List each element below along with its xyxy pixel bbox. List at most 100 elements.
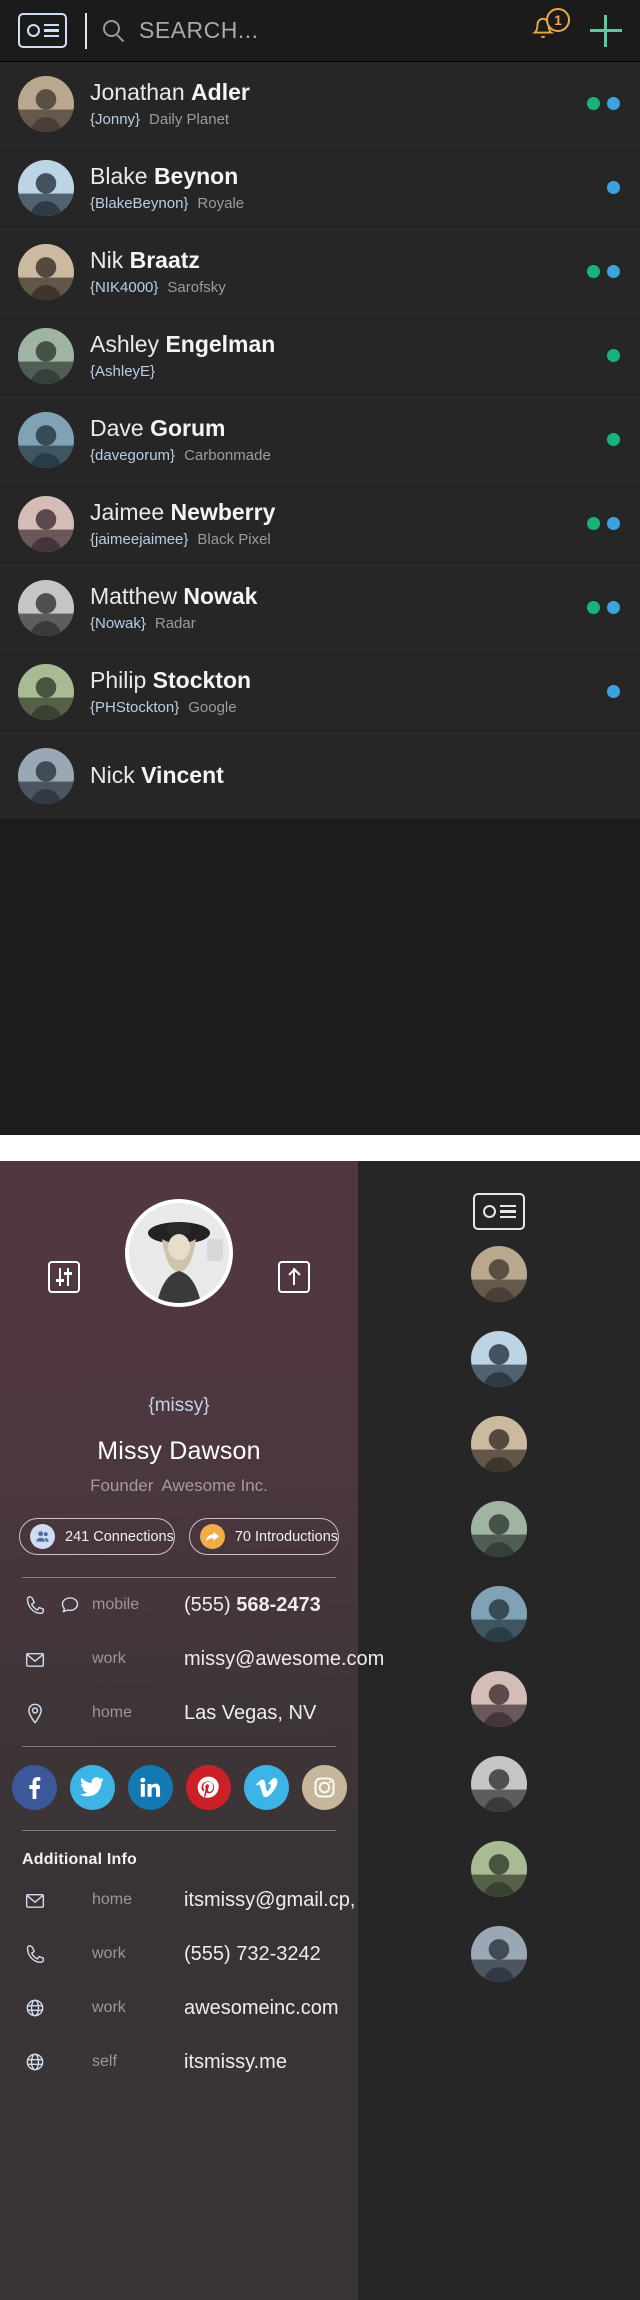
sliders-icon[interactable]	[48, 1261, 80, 1293]
table-row[interactable]: Philip Stockton {PHStockton} Google	[0, 650, 640, 734]
table-row[interactable]: Dave Gorum {davegorum} Carbonmade	[0, 398, 640, 482]
contact-company: Carbonmade	[184, 447, 271, 464]
twitter-icon[interactable]	[69, 1765, 115, 1810]
contact-detail-row[interactable]: work missy@awesome.com	[0, 1632, 384, 1686]
envelope-icon[interactable]	[22, 1892, 48, 1909]
table-row[interactable]: Jonathan Adler {Jonny} Daily Planet	[0, 62, 640, 146]
panel-gap	[0, 1135, 640, 1161]
envelope-icon[interactable]	[22, 1651, 48, 1668]
status-dot-green	[607, 349, 620, 362]
contact-text: Jonathan Adler {Jonny} Daily Planet	[74, 79, 587, 128]
connections-pill[interactable]: 241 Connections	[19, 1518, 175, 1555]
contact-detail-row[interactable]: mobile (555) 568-2473	[0, 1578, 358, 1632]
additional-detail-row[interactable]: self itsmissy.me	[0, 2035, 358, 2089]
additional-detail-row[interactable]: work (555) 732-3242	[0, 1927, 358, 1981]
avatar	[18, 495, 74, 552]
list-item[interactable]	[471, 1926, 527, 1982]
contact-subtitle: {NIK4000} Sarofsky	[90, 279, 587, 296]
list-item[interactable]	[471, 1586, 527, 1642]
table-row[interactable]: Jaimee Newberry {jaimeejaimee} Black Pixel	[0, 482, 640, 566]
status-dot-blue	[607, 181, 620, 194]
contact-handle: {Nowak}	[90, 615, 146, 632]
contact-thumbnail-rail	[358, 1161, 640, 2300]
notification-button[interactable]: 1	[528, 7, 570, 51]
avatar	[18, 243, 74, 300]
share-icon[interactable]	[278, 1261, 310, 1293]
list-item[interactable]	[471, 1671, 527, 1727]
table-row[interactable]: Blake Beynon {BlakeBeynon} Royale	[0, 146, 640, 230]
top-toolbar: SEARCH... 1	[0, 0, 640, 62]
vimeo-icon[interactable]	[243, 1765, 289, 1810]
search-field[interactable]: SEARCH...	[103, 17, 528, 44]
additional-detail-row[interactable]: home itsmissy@gmail.cp,	[0, 1873, 358, 1927]
chat-icon[interactable]	[48, 1595, 92, 1615]
contact-subtitle: {PHStockton} Google	[90, 699, 607, 716]
profile-role: Founder Awesome Inc.	[0, 1476, 358, 1496]
avatar-photo	[129, 1203, 229, 1303]
phone-icon[interactable]	[22, 1595, 48, 1615]
status-dot-green	[607, 433, 620, 446]
pin-icon[interactable]	[22, 1703, 48, 1724]
contact-text: Ashley Engelman {AshleyE}	[74, 331, 607, 380]
list-item[interactable]	[471, 1756, 527, 1812]
rail-thumbs	[471, 1246, 527, 2011]
contact-text: Dave Gorum {davegorum} Carbonmade	[74, 415, 607, 464]
status-dots	[607, 181, 620, 194]
list-item[interactable]	[471, 1416, 527, 1472]
contact-company: Sarofsky	[167, 279, 226, 296]
additional-detail-row[interactable]: work awesomeinc.com	[0, 1981, 358, 2035]
contact-handle: {davegorum}	[90, 447, 176, 464]
profile-main: {missy} Missy Dawson Founder Awesome Inc.…	[0, 1161, 384, 2300]
card-avatar-shape	[26, 24, 40, 37]
facebook-icon[interactable]	[11, 1765, 57, 1810]
contact-rows: Jonathan Adler {Jonny} Daily Planet Blake B…	[0, 62, 640, 818]
notification-badge: 1	[546, 7, 570, 32]
contact-name: Jonathan Adler	[90, 79, 250, 105]
status-dot-green	[587, 97, 600, 110]
list-item[interactable]	[471, 1501, 527, 1557]
contact-subtitle: {BlakeBeynon} Royale	[90, 195, 607, 212]
contact-text: Matthew Nowak {Nowak} Radar	[74, 583, 587, 632]
contact-name: Philip Stockton	[90, 667, 252, 693]
primary-contact-rows: mobile (555) 568-2473 work missy@awesome.co…	[0, 1578, 384, 1740]
contact-company: Google	[188, 699, 237, 716]
avatar	[18, 411, 74, 468]
table-row[interactable]: Ashley Engelman {AshleyE}	[0, 314, 640, 398]
add-contact-button[interactable]	[590, 14, 622, 47]
people-icon	[30, 1524, 55, 1549]
search-icon	[103, 19, 125, 42]
contact-card-icon[interactable]	[18, 13, 67, 48]
list-item[interactable]	[471, 1331, 527, 1387]
profile-company: Awesome Inc.	[161, 1476, 268, 1495]
table-row[interactable]: Nik Braatz {NIK4000} Sarofsky	[0, 230, 640, 314]
globe-icon[interactable]	[22, 2052, 48, 2072]
avatar	[18, 747, 74, 804]
divider-mid	[22, 1746, 336, 1747]
contact-text: Jaimee Newberry {jaimeejaimee} Black Pixel	[74, 499, 587, 548]
card-lines-shape	[499, 1204, 516, 1219]
status-dot-blue	[607, 685, 620, 698]
contact-company: Radar	[154, 615, 196, 632]
status-dot-green	[587, 517, 600, 530]
contact-card-icon[interactable]	[473, 1193, 525, 1230]
table-row[interactable]: Nick Vincent	[0, 734, 640, 818]
contact-detail-row[interactable]: home Las Vegas, NV	[0, 1686, 358, 1740]
card-avatar-shape	[482, 1205, 496, 1218]
table-row[interactable]: Matthew Nowak {Nowak} Radar	[0, 566, 640, 650]
introductions-pill[interactable]: 70 Introductions	[188, 1518, 340, 1555]
linkedin-icon[interactable]	[127, 1765, 173, 1810]
phone-icon[interactable]	[22, 1944, 48, 1964]
instagram-icon[interactable]	[301, 1765, 347, 1810]
status-dot-green	[587, 601, 600, 614]
additional-detail-value: itsmissy@gmail.cp,	[184, 1888, 356, 1911]
contact-name: Dave Gorum	[90, 415, 226, 441]
contact-text: Blake Beynon {BlakeBeynon} Royale	[74, 163, 607, 212]
profile-hero	[0, 1161, 358, 1403]
list-item[interactable]	[471, 1841, 527, 1897]
globe-icon[interactable]	[22, 1998, 48, 2018]
status-dot-green	[587, 265, 600, 278]
additional-detail-type: home	[92, 1891, 133, 1908]
pinterest-icon[interactable]	[185, 1765, 231, 1810]
list-item[interactable]	[471, 1246, 527, 1302]
contact-subtitle: {Nowak} Radar	[90, 615, 587, 632]
